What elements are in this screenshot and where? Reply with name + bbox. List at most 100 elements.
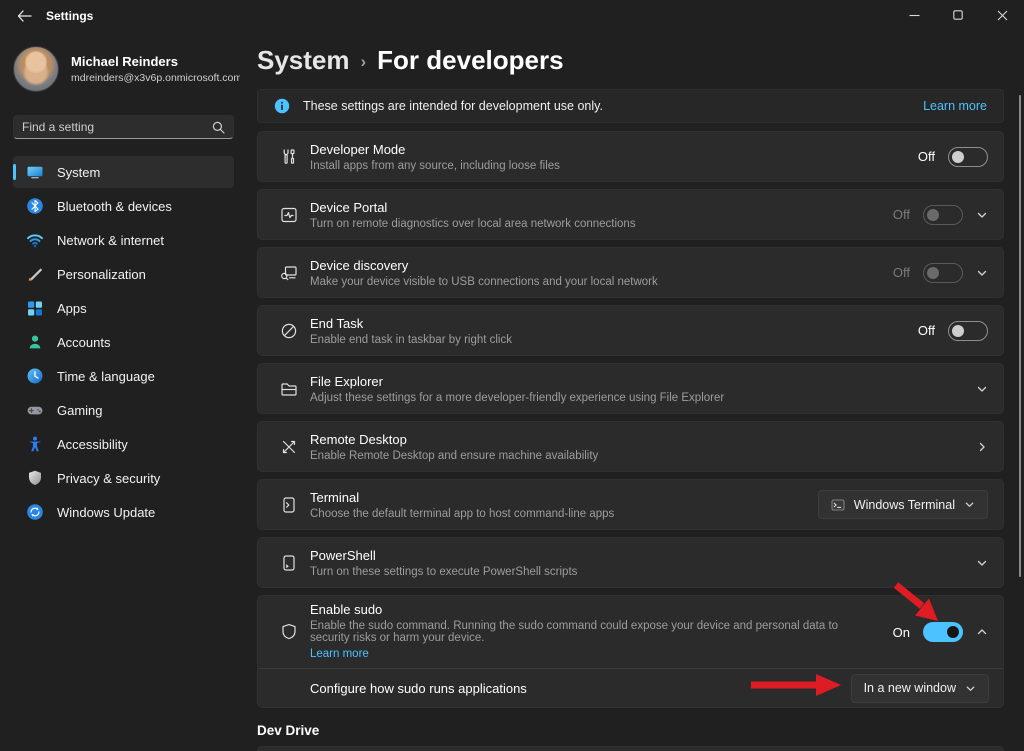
chevron-down-icon[interactable] — [976, 383, 988, 395]
apps-icon — [26, 299, 44, 317]
search-icon — [212, 121, 225, 134]
minimize-button[interactable] — [892, 0, 936, 30]
sidebar-item-personalization[interactable]: Personalization — [13, 258, 234, 290]
enable-sudo-toggle[interactable] — [923, 622, 963, 642]
accounts-icon — [26, 333, 44, 351]
card-title: Device Portal — [310, 200, 893, 215]
sidebar-item-time-language[interactable]: Time & language — [13, 360, 234, 392]
sidebar-nav: System Bluetooth & devices Network & int… — [0, 156, 250, 528]
sudo-run-mode-dropdown[interactable]: In a new window — [851, 674, 989, 703]
banner-text: These settings are intended for developm… — [303, 99, 923, 113]
card-remote-desktop[interactable]: Remote Desktop Enable Remote Desktop and… — [257, 421, 1004, 472]
settings-window: Settings Michael Reinders mdreinders@x3v… — [0, 0, 1024, 751]
search-input[interactable] — [14, 120, 212, 134]
personalization-icon — [26, 265, 44, 283]
device-portal-toggle[interactable] — [923, 205, 963, 225]
sidebar-item-privacy[interactable]: Privacy & security — [13, 462, 234, 494]
card-title: PowerShell — [310, 548, 976, 563]
card-device-portal: Device Portal Turn on remote diagnostics… — [257, 189, 1004, 240]
back-button[interactable] — [4, 1, 44, 31]
app-title: Settings — [46, 9, 93, 23]
breadcrumb: System › For developers — [257, 45, 1004, 76]
developer-mode-toggle[interactable] — [948, 147, 988, 167]
terminal-dropdown[interactable]: Windows Terminal — [818, 490, 988, 519]
banner-learn-more-link[interactable]: Learn more — [923, 99, 987, 113]
card-title: End Task — [310, 316, 918, 331]
sidebar-item-label: Windows Update — [57, 505, 155, 520]
sidebar-item-accounts[interactable]: Accounts — [13, 326, 234, 358]
main-content: System › For developers These settings a… — [257, 32, 1004, 751]
search-box[interactable] — [13, 115, 234, 139]
sidebar-item-label: Apps — [57, 301, 87, 316]
card-desc: Enable Remote Desktop and ensure machine… — [310, 450, 976, 462]
card-terminal: Terminal Choose the default terminal app… — [257, 479, 1004, 530]
developer-mode-icon — [267, 147, 310, 167]
file-explorer-icon — [267, 379, 310, 399]
end-task-icon — [267, 321, 310, 341]
sidebar-item-label: Network & internet — [57, 233, 164, 248]
card-title: Remote Desktop — [310, 432, 976, 447]
back-arrow-icon — [17, 10, 32, 22]
sidebar-item-label: Personalization — [57, 267, 146, 282]
bluetooth-icon — [26, 197, 44, 215]
card-desc: Install apps from any source, including … — [310, 160, 918, 172]
profile-block[interactable]: Michael Reinders mdreinders@x3v6p.onmicr… — [0, 32, 250, 102]
card-desc: Adjust these settings for a more develop… — [310, 392, 976, 404]
sidebar-item-label: Gaming — [57, 403, 103, 418]
breadcrumb-separator: › — [361, 52, 367, 72]
end-task-toggle[interactable] — [948, 321, 988, 341]
sidebar-item-gaming[interactable]: Gaming — [13, 394, 234, 426]
sidebar-item-label: System — [57, 165, 100, 180]
card-end-task: End Task Enable end task in taskbar by r… — [257, 305, 1004, 356]
card-powershell[interactable]: PowerShell Turn on these settings to exe… — [257, 537, 1004, 588]
info-banner: These settings are intended for developm… — [257, 89, 1004, 123]
scrollbar-thumb[interactable] — [1019, 95, 1021, 577]
page-title: For developers — [377, 45, 563, 76]
card-file-explorer[interactable]: File Explorer Adjust these settings for … — [257, 363, 1004, 414]
device-discovery-toggle[interactable] — [923, 263, 963, 283]
titlebar: Settings — [0, 0, 1024, 32]
sidebar-item-label: Time & language — [57, 369, 155, 384]
chevron-down-icon[interactable] — [976, 557, 988, 569]
maximize-button[interactable] — [936, 0, 980, 30]
chevron-down-icon — [965, 683, 976, 694]
card-desc: Turn on remote diagnostics over local ar… — [310, 218, 893, 230]
chevron-down-icon[interactable] — [976, 267, 988, 279]
gaming-icon — [26, 401, 44, 419]
sidebar-item-bluetooth[interactable]: Bluetooth & devices — [13, 190, 234, 222]
settings-cards: Developer Mode Install apps from any sou… — [257, 131, 1004, 708]
card-desc: Turn on these settings to execute PowerS… — [310, 566, 976, 578]
close-button[interactable] — [980, 0, 1024, 30]
toggle-state-label: Off — [918, 323, 935, 338]
close-icon — [997, 10, 1008, 21]
chevron-right-icon[interactable] — [976, 441, 988, 453]
toggle-state-label: Off — [893, 265, 910, 280]
windows-update-icon — [26, 503, 44, 521]
window-controls — [892, 0, 1024, 30]
chevron-up-icon[interactable] — [976, 626, 988, 638]
chevron-down-icon — [964, 499, 975, 510]
sidebar-item-accessibility[interactable]: Accessibility — [13, 428, 234, 460]
accessibility-icon — [26, 435, 44, 453]
windows-terminal-icon — [831, 498, 845, 512]
toggle-state-label: Off — [893, 207, 910, 222]
sidebar-item-apps[interactable]: Apps — [13, 292, 234, 324]
sudo-run-mode-value: In a new window — [864, 681, 956, 695]
sudo-learn-more-link[interactable]: Learn more — [310, 648, 369, 660]
sidebar: Michael Reinders mdreinders@x3v6p.onmicr… — [0, 32, 250, 751]
sidebar-item-system[interactable]: System — [13, 156, 234, 188]
network-icon — [26, 231, 44, 249]
device-discovery-icon — [267, 263, 310, 283]
remote-desktop-icon — [267, 437, 310, 457]
info-icon — [274, 98, 290, 114]
avatar — [13, 46, 59, 92]
device-portal-icon — [267, 205, 310, 225]
sidebar-item-network[interactable]: Network & internet — [13, 224, 234, 256]
breadcrumb-parent[interactable]: System — [257, 45, 350, 76]
card-desc: Choose the default terminal app to host … — [310, 508, 818, 520]
section-heading-dev-drive: Dev Drive — [257, 723, 1004, 738]
card-developer-mode: Developer Mode Install apps from any sou… — [257, 131, 1004, 182]
sidebar-item-windows-update[interactable]: Windows Update — [13, 496, 234, 528]
toggle-state-label: Off — [918, 149, 935, 164]
chevron-down-icon[interactable] — [976, 209, 988, 221]
